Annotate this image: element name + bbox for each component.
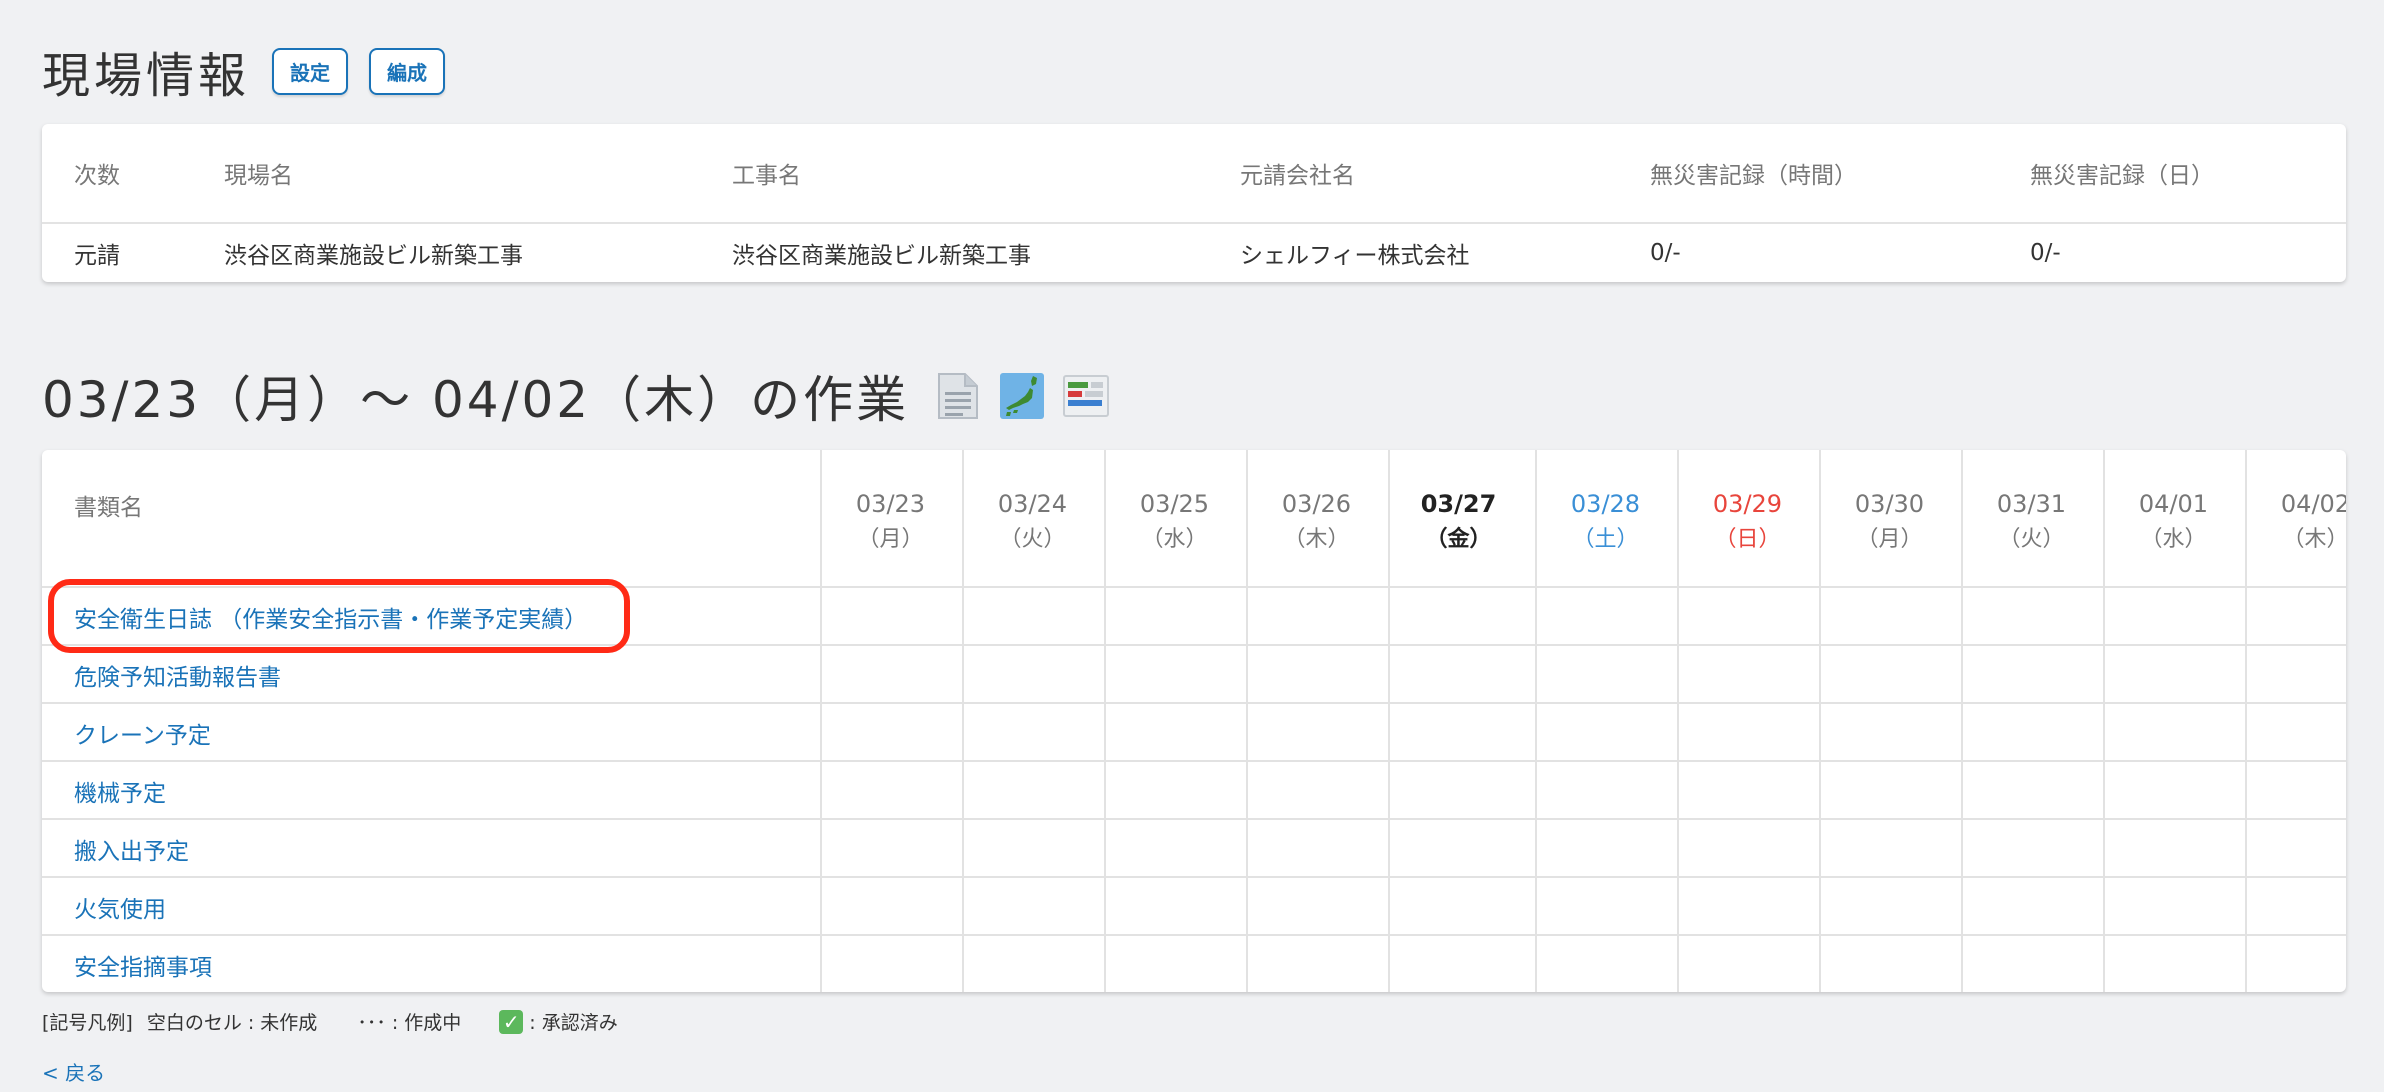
date-column-header: 03/30 （月） [1819,486,1960,558]
document-link[interactable]: 機械予定 [74,774,166,808]
col-order: 次数 [74,163,120,189]
date-label: 03/28 [1570,490,1641,518]
weekday-label: （木） [1283,527,1350,552]
weekday-label: （月） [1856,527,1923,552]
cell-site-name: 渋谷区商業施設ビル新築工事 [224,243,523,269]
row-divider [42,644,2346,646]
col-no-accident-hours: 無災害記録（時間） [1650,163,1857,189]
col-site-name: 現場名 [224,163,293,189]
date-column-header: 03/24 （火） [962,486,1103,558]
weekday-label: （月） [857,527,924,552]
work-header: 03/23（月）〜 04/02（木）の作業 [42,360,1127,432]
cell-order: 元請 [74,243,120,269]
date-label: 03/23 [855,490,926,518]
row-divider [42,760,2346,762]
col-no-accident-days: 無災害記録（日） [2030,163,2214,189]
date-label: 04/01 [2138,490,2209,518]
document-link[interactable]: 安全指摘事項 [74,948,212,982]
date-label: 04/02 [2280,490,2346,518]
date-label: 03/24 [997,490,1068,518]
schedule-grid: 書類名 03/23 （月） 03/24 （火） 03/25 （水） 03/26 （木） 03/2… [42,450,2346,992]
site-header: 現場情報 設定 編成 [42,36,466,106]
date-column-header: 03/28 （土） [1535,486,1676,558]
col-project-name: 工事名 [732,163,801,189]
row-divider [42,934,2346,936]
date-label: 03/25 [1139,490,1210,518]
legend-blank: 空白のセル : 未作成 [146,1012,318,1034]
date-column-header: 04/02 （木） [2245,486,2346,558]
row-divider [42,702,2346,704]
date-column-header: 03/27 （金） [1388,486,1529,558]
document-name-header: 書類名 [74,495,143,521]
legend-in-progress: ･･･ : 作成中 [357,1012,462,1034]
date-column-header: 03/23 （月） [820,486,961,558]
document-link[interactable]: 火気使用 [74,890,166,924]
weekday-label: （土） [1572,527,1639,552]
row-divider [42,876,2346,878]
legend-approved: : 承認済み [529,1012,618,1034]
gantt-chart-icon[interactable] [1063,372,1110,420]
weekday-label: （木） [2282,527,2346,552]
date-label: 03/30 [1854,490,1925,518]
edit-button[interactable]: 編成 [369,47,446,95]
date-label: 03/26 [1281,490,1352,518]
weekday-label: （火） [999,527,1066,552]
cell-no-accident-hours: 0/- [1650,240,1681,266]
date-column-header: 03/29 （日） [1677,486,1818,558]
date-column-header: 03/31 （火） [1961,486,2102,558]
weekday-label: （日） [1714,527,1781,552]
cell-project-name: 渋谷区商業施設ビル新築工事 [732,243,1031,269]
site-info-header-row: 次数 現場名 工事名 元請会社名 無災害記録（時間） 無災害記録（日） [42,124,2346,224]
legend-prefix: [記号凡例] [42,1012,133,1034]
work-title: 03/23（月）〜 04/02（木）の作業 [42,371,910,429]
document-link[interactable]: 搬入出予定 [74,832,189,866]
row-divider [42,586,2346,588]
approved-check-icon: ✓ [499,1009,524,1034]
site-info-table: 次数 現場名 工事名 元請会社名 無災害記録（時間） 無災害記録（日） 元請 渋… [42,124,2346,282]
settings-button[interactable]: 設定 [272,47,349,95]
page-title: 現場情報 [42,48,251,104]
weekday-label: （火） [1998,527,2065,552]
cell-no-accident-days: 0/- [2030,240,2061,266]
cell-prime-contractor: シェルフィー株式会社 [1240,243,1470,269]
date-column-header: 04/01 （水） [2103,486,2244,558]
back-link[interactable]: < 戻る [42,1057,105,1086]
legend: [記号凡例] 空白のセル : 未作成 ･･･ : 作成中 ✓ : 承認済み [42,1008,632,1035]
date-column-header: 03/26 （木） [1246,486,1387,558]
document-link[interactable]: 危険予知活動報告書 [74,658,281,692]
weekday-label: （水） [1141,527,1208,552]
site-info-row: 元請 渋谷区商業施設ビル新築工事 渋谷区商業施設ビル新築工事 シェルフィー株式会… [42,224,2346,282]
date-label: 03/31 [1996,490,2067,518]
date-label: 03/29 [1712,490,1783,518]
weekday-label: （水） [2140,527,2207,552]
document-icon[interactable] [935,372,981,420]
document-link[interactable]: クレーン予定 [74,716,211,750]
weekday-label: （金） [1425,527,1492,552]
japan-map-icon[interactable] [999,372,1045,420]
date-label: 03/27 [1420,490,1497,518]
date-column-header: 03/25 （水） [1104,486,1245,558]
page: 現場情報 設定 編成 次数 現場名 工事名 元請会社名 無災害記録（時間） 無災… [0,0,2384,1092]
document-link[interactable]: 安全衛生日誌 （作業安全指示書・作業予定実績） [74,600,587,634]
col-prime-contractor: 元請会社名 [1240,163,1355,189]
row-divider [42,818,2346,820]
